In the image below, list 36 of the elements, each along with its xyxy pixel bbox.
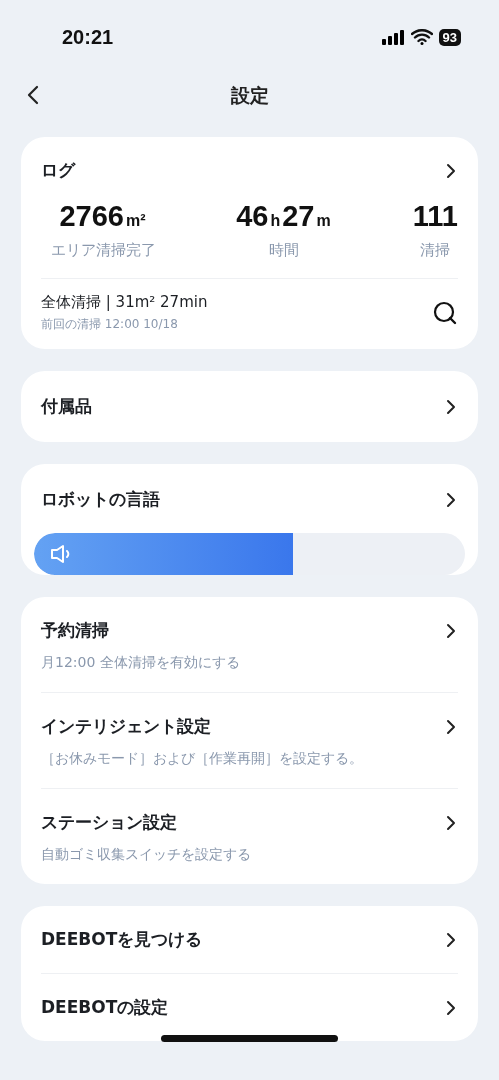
setting-description: 月12:00 全体清掃を有効にする	[41, 654, 241, 672]
volume-slider[interactable]	[34, 533, 465, 575]
setting-description: ［お休みモード］および［作業再開］を設定する。	[41, 750, 364, 768]
stat-value: 111	[412, 200, 458, 233]
status-time: 20:21	[62, 25, 114, 49]
chevron-icon	[444, 814, 458, 831]
chevron-icon	[444, 491, 458, 508]
last-clean-summary: 全体清掃 | 31m² 27min	[41, 293, 208, 312]
language-title[interactable]: ロボットの言語	[41, 488, 160, 511]
last-clean-detail: 前回の清掃 12:00 10/18	[41, 316, 179, 333]
chevron-icon	[444, 162, 458, 179]
menu-item[interactable]: DEEBOTを見つける	[41, 928, 203, 951]
chevron-icon	[444, 931, 458, 948]
stat-label: エリア清掃完了	[51, 241, 156, 260]
chevron-icon	[444, 398, 458, 415]
stat-label: 時間	[269, 241, 300, 260]
signal-icon	[380, 29, 405, 45]
chevron-icon	[444, 718, 458, 735]
log-title: ログ	[41, 159, 75, 182]
wifi-icon	[410, 29, 433, 45]
setting-title[interactable]: ステーション設定	[41, 811, 177, 834]
chevron-icon	[444, 999, 458, 1016]
stat-value: 46h27 m	[236, 200, 332, 233]
setting-title[interactable]: インテリジェント設定	[41, 715, 211, 738]
accessories-title: 付属品	[41, 395, 92, 418]
battery-level: 93	[438, 28, 461, 46]
setting-description: 自動ゴミ収集スイッチを設定する	[41, 846, 252, 864]
page-title: 設定	[230, 83, 269, 108]
menu-item[interactable]: DEEBOTの設定	[41, 996, 169, 1019]
accessories-card[interactable]: 付属品	[21, 371, 478, 442]
search-icon[interactable]	[432, 300, 458, 326]
chevron-icon	[444, 622, 458, 639]
stat-label: 清掃	[420, 241, 451, 260]
stat-value: 2766 m²	[59, 200, 147, 233]
setting-title[interactable]: 予約清掃	[41, 619, 109, 642]
log-card[interactable]: ログ 2766 m² エリア清掃完了 46h27 m 時間 111 清掃 全体清掃 | 31m² 27min 前回の清掃 12:00 10/18	[21, 137, 478, 349]
